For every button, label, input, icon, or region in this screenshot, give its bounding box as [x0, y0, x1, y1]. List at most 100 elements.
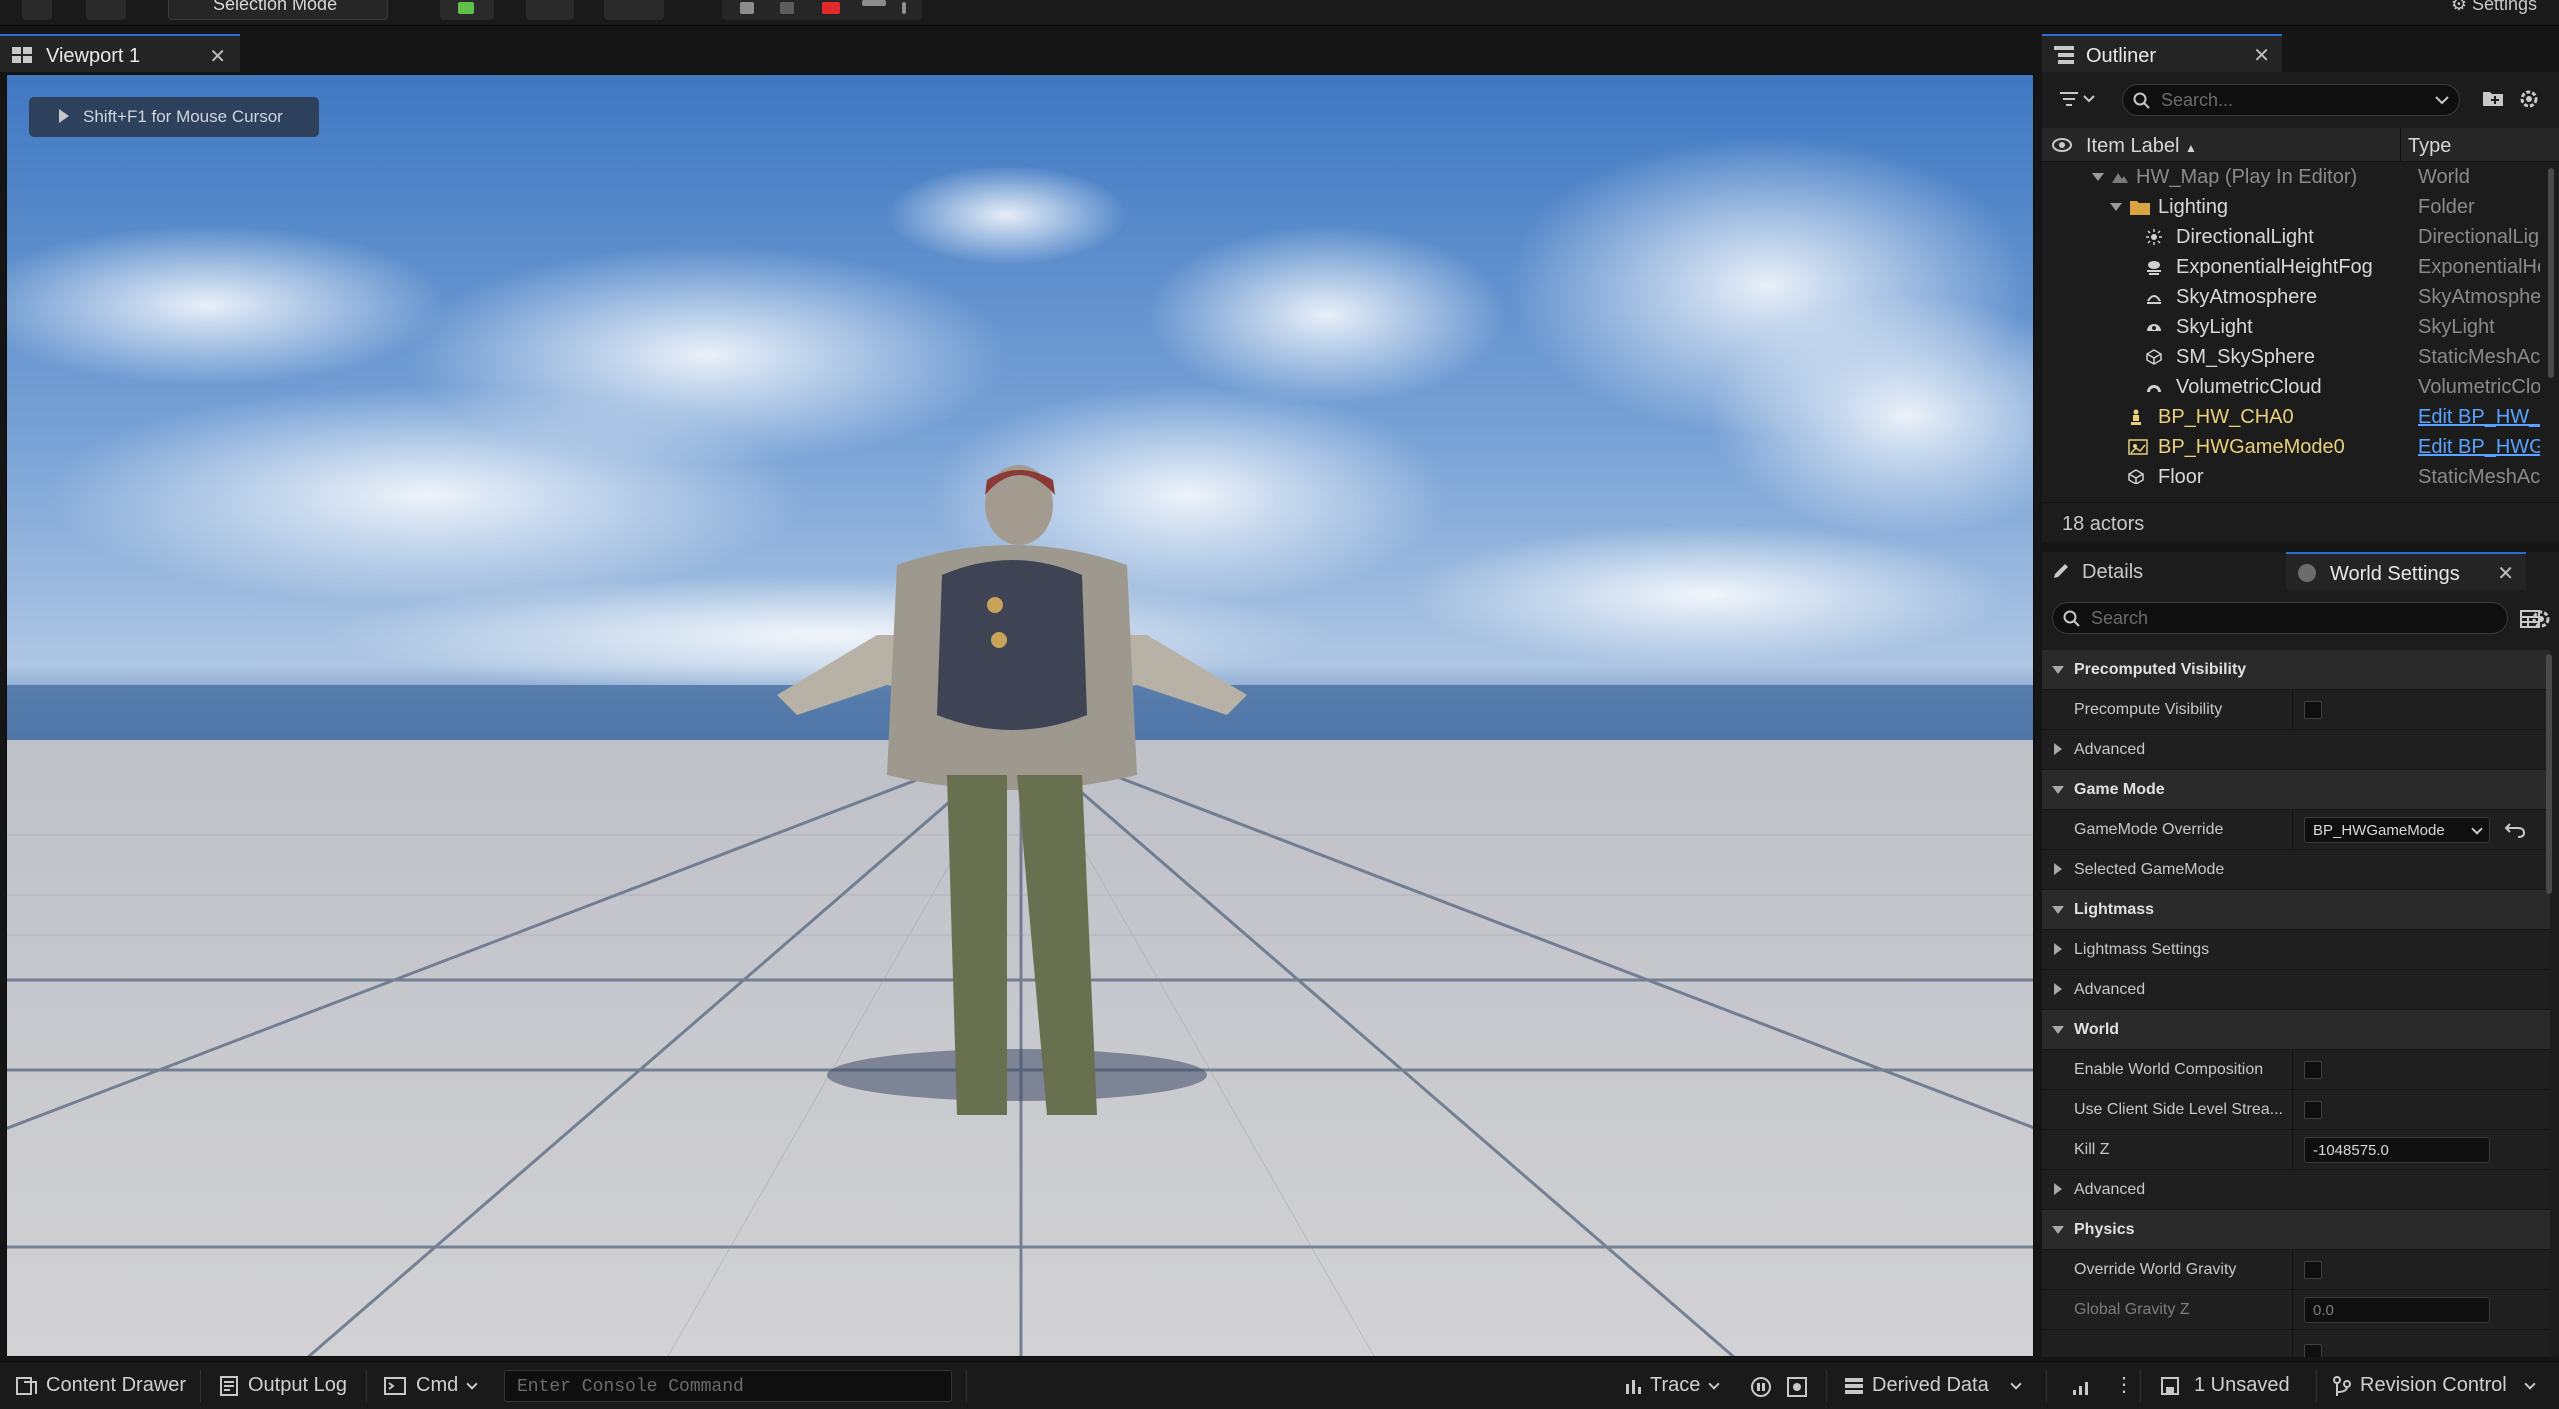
- property-row: GameMode Override BP_HWGameMode: [2042, 810, 2550, 850]
- property-row[interactable]: Advanced: [2042, 970, 2550, 1010]
- derived-data-dropdown[interactable]: Derived Data: [1836, 1362, 2036, 1409]
- gear-icon[interactable]: [2530, 608, 2552, 630]
- outliner-column-header: Item Label ▲ Type: [2042, 128, 2559, 162]
- list-item[interactable]: HW_Map (Play In Editor) World: [2042, 162, 2542, 192]
- output-log-button[interactable]: Output Log: [210, 1362, 360, 1409]
- list-item[interactable]: SM_SkySphere StaticMeshAc: [2042, 342, 2542, 372]
- expand-arrow-icon[interactable]: [2052, 1026, 2064, 1034]
- list-item[interactable]: Floor StaticMeshAc: [2042, 462, 2542, 484]
- eject-icon[interactable]: [862, 0, 886, 6]
- tab-outliner[interactable]: Outliner ✕: [2042, 34, 2282, 72]
- tab-viewport-1[interactable]: Viewport 1 ✕: [0, 34, 240, 72]
- selection-mode-button[interactable]: Selection Mode: [168, 0, 388, 20]
- category-world[interactable]: World: [2042, 1010, 2550, 1050]
- blueprint-button[interactable]: [526, 0, 574, 20]
- category-lightmass[interactable]: Lightmass: [2042, 890, 2550, 930]
- network-icon[interactable]: [2072, 1376, 2094, 1396]
- property-row[interactable]: Advanced: [2042, 1170, 2550, 1210]
- expand-arrow-icon[interactable]: [2052, 1226, 2064, 1234]
- revision-control-dropdown[interactable]: Revision Control: [2326, 1362, 2550, 1409]
- details-scrollbar[interactable]: [2546, 654, 2552, 894]
- add-folder-icon[interactable]: [2482, 88, 2504, 108]
- close-icon[interactable]: ✕: [209, 44, 226, 69]
- edit-blueprint-link[interactable]: Edit BP_HWG: [2418, 436, 2540, 459]
- property-label: Enable World Composition: [2074, 1061, 2264, 1078]
- kill-z-input[interactable]: -1048575.0: [2304, 1137, 2490, 1163]
- hint-text: Shift+F1 for Mouse Cursor: [83, 107, 283, 126]
- record-icon[interactable]: [1750, 1376, 1772, 1398]
- property-row[interactable]: Advanced: [2042, 730, 2550, 770]
- close-icon[interactable]: ✕: [2253, 43, 2270, 68]
- cmd-label: Cmd: [416, 1374, 459, 1396]
- trace-dropdown[interactable]: Trace: [1620, 1362, 1730, 1409]
- expand-arrow-icon[interactable]: [2052, 906, 2064, 914]
- collapse-arrow-icon[interactable]: [2054, 1183, 2062, 1195]
- item-type: ExponentialHe: [2418, 256, 2540, 278]
- expand-arrow-icon[interactable]: [2052, 786, 2064, 794]
- enable-world-composition-checkbox[interactable]: [2304, 1061, 2322, 1079]
- expand-arrow-icon[interactable]: [2052, 666, 2064, 674]
- screenshot-icon[interactable]: [1786, 1376, 1808, 1398]
- tab-world-settings[interactable]: World Settings ✕: [2286, 552, 2526, 590]
- eye-icon[interactable]: [2052, 138, 2072, 152]
- cmd-dropdown[interactable]: Cmd: [376, 1362, 496, 1409]
- chevron-down-icon[interactable]: [2435, 95, 2449, 105]
- property-row[interactable]: Selected GameMode: [2042, 850, 2550, 890]
- precompute-visibility-checkbox[interactable]: [2304, 701, 2322, 719]
- expand-arrow-icon[interactable]: [2110, 203, 2122, 211]
- category-label: Physics: [2074, 1221, 2135, 1238]
- more-options-icon[interactable]: ⋮: [2114, 1372, 2134, 1397]
- column-divider[interactable]: [2400, 128, 2401, 162]
- cinematics-button[interactable]: [604, 0, 664, 20]
- collapse-arrow-icon[interactable]: [2054, 743, 2062, 755]
- list-item[interactable]: ExponentialHeightFog ExponentialHe: [2042, 252, 2542, 282]
- level-viewport[interactable]: Shift+F1 for Mouse Cursor: [6, 74, 2034, 1357]
- gear-icon[interactable]: [2518, 88, 2540, 110]
- tab-details[interactable]: Details: [2042, 552, 2282, 590]
- settings-button[interactable]: ⚙ Settings: [2451, 0, 2537, 15]
- outliner-search-input[interactable]: Search...: [2122, 84, 2460, 116]
- category-game-mode[interactable]: Game Mode: [2042, 770, 2550, 810]
- category-precomputed-visibility[interactable]: Precomputed Visibility: [2042, 650, 2550, 690]
- console-command-input[interactable]: Enter Console Command: [504, 1370, 952, 1402]
- collapse-arrow-icon[interactable]: [2054, 983, 2062, 995]
- client-side-streaming-checkbox[interactable]: [2304, 1101, 2322, 1119]
- item-type: DirectionalLig: [2418, 226, 2540, 248]
- play-options-icon[interactable]: [902, 2, 906, 14]
- collapse-arrow-icon[interactable]: [2054, 863, 2062, 875]
- reset-to-default-icon[interactable]: [2504, 820, 2526, 838]
- expand-arrow-icon[interactable]: [2092, 173, 2104, 181]
- save-button[interactable]: [22, 0, 52, 20]
- add-actor-button[interactable]: [440, 0, 494, 20]
- filter-icon[interactable]: [2060, 90, 2096, 110]
- gamemode-override-dropdown[interactable]: BP_HWGameMode: [2304, 817, 2490, 843]
- column-item-label[interactable]: Item Label ▲: [2086, 135, 2197, 158]
- column-type[interactable]: Type: [2408, 135, 2451, 158]
- list-item[interactable]: BP_HW_CHA0 Edit BP_HW_: [2042, 402, 2542, 432]
- list-item[interactable]: Lighting Folder: [2042, 192, 2542, 222]
- static-mesh-icon: [2146, 349, 2162, 365]
- content-drawer-button[interactable]: Content Drawer: [0, 1362, 196, 1409]
- edit-blueprint-link[interactable]: Edit BP_HW_: [2418, 406, 2540, 429]
- stop-icon[interactable]: [822, 2, 840, 14]
- property-row[interactable]: Lightmass Settings: [2042, 930, 2550, 970]
- override-world-gravity-checkbox[interactable]: [2304, 1261, 2322, 1279]
- list-item[interactable]: SkyLight SkyLight: [2042, 312, 2542, 342]
- unsaved-button[interactable]: 1 Unsaved: [2150, 1362, 2310, 1409]
- list-item[interactable]: DirectionalLight DirectionalLig: [2042, 222, 2542, 252]
- actor-count: 18 actors: [2062, 513, 2145, 535]
- skip-frame-icon[interactable]: [780, 2, 794, 14]
- details-search-input[interactable]: Search: [2052, 602, 2508, 634]
- list-item[interactable]: VolumetricCloud VolumetricClo: [2042, 372, 2542, 402]
- list-item[interactable]: BP_HWGameMode0 Edit BP_HWG: [2042, 432, 2542, 462]
- pause-icon[interactable]: [740, 2, 754, 14]
- close-icon[interactable]: ✕: [2497, 561, 2514, 586]
- category-physics[interactable]: Physics: [2042, 1210, 2550, 1250]
- list-item[interactable]: SkyAtmosphere SkyAtmosphe: [2042, 282, 2542, 312]
- outliner-scrollbar[interactable]: [2548, 168, 2554, 378]
- property-checkbox[interactable]: [2304, 1344, 2322, 1357]
- category-label: Game Mode: [2074, 781, 2165, 798]
- collapse-arrow-icon[interactable]: [2054, 943, 2062, 955]
- property-row: Override World Gravity: [2042, 1250, 2550, 1290]
- browse-button[interactable]: [86, 0, 126, 20]
